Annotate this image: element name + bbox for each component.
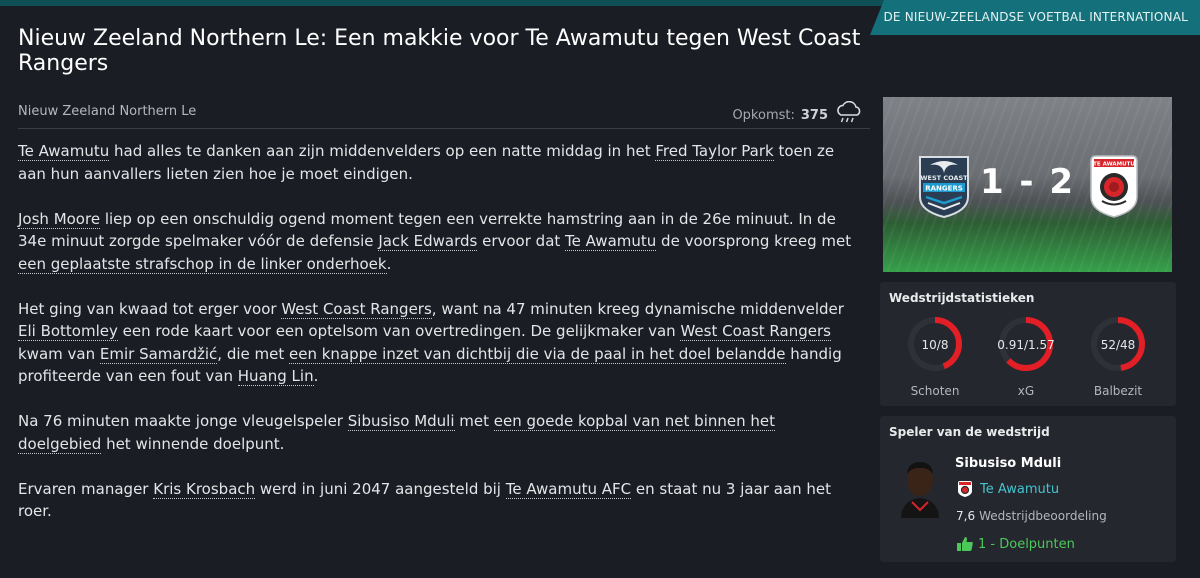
player-name[interactable]: Sibusiso Mduli bbox=[955, 456, 1061, 471]
match-stats-panel: Wedstrijdstatistieken 10/8 Schoten 0.91/… bbox=[880, 282, 1176, 406]
section-tab-label: DE NIEUW-ZEELANDSE VOETBAL INTERNATIONAL bbox=[883, 10, 1188, 24]
stat-xg[interactable]: 0.91/1.57 xG bbox=[991, 316, 1061, 398]
player-rating-value: 7,6 bbox=[956, 509, 976, 523]
club-badge-icon bbox=[958, 481, 972, 497]
article-paragraph-3: Het ging van kwaad tot erger voor West C… bbox=[18, 298, 863, 388]
link-goal-highlight[interactable]: een knappe inzet van dichtbij die via de… bbox=[289, 344, 786, 364]
header-divider bbox=[18, 128, 870, 129]
player-rating: 7,6 Wedstrijdbeoordeling bbox=[956, 509, 1107, 523]
attendance-value: 375 bbox=[800, 107, 828, 123]
link-player[interactable]: Eli Bottomley bbox=[18, 322, 118, 341]
text: Ervaren manager bbox=[18, 479, 154, 498]
article-body: Te Awamutu had alles te danken aan zijn … bbox=[18, 140, 863, 545]
stat-label: Schoten bbox=[910, 384, 960, 398]
text: met bbox=[454, 412, 494, 430]
rain-cloud-icon bbox=[837, 101, 861, 123]
stat-label: Balbezit bbox=[1093, 384, 1143, 398]
attendance-label: Opkomst: bbox=[732, 107, 795, 123]
player-of-match-title: Speler van de wedstrijd bbox=[889, 425, 1050, 439]
stat-value: 0.91/1.57 bbox=[997, 338, 1055, 352]
player-club-name: Te Awamutu bbox=[980, 481, 1060, 497]
stat-value: 52/48 bbox=[1100, 338, 1136, 352]
link-club[interactable]: Te Awamutu bbox=[565, 232, 657, 251]
link-stadium[interactable]: Fred Taylor Park bbox=[655, 142, 774, 161]
text: kwam van bbox=[18, 344, 100, 363]
text: het winnende doelpunt. bbox=[101, 434, 285, 453]
link-club[interactable]: Te Awamutu bbox=[18, 142, 110, 161]
competition-name[interactable]: Nieuw Zeeland Northern Le bbox=[18, 104, 196, 119]
attendance: Opkomst: 375 bbox=[732, 101, 864, 127]
link-player[interactable]: Jack Edwards bbox=[378, 232, 478, 251]
text: , want na 47 minuten kreeg dynamische mi… bbox=[431, 299, 844, 318]
text: werd in juni 2047 aangesteld bij bbox=[255, 479, 506, 498]
text: Na 76 minuten maakte jonge vleugelspeler bbox=[18, 412, 348, 430]
article-paragraph-5: Ervaren manager Kris Krosbach werd in ju… bbox=[18, 478, 863, 523]
article-headline: Nieuw Zeeland Northern Le: Een makkie vo… bbox=[18, 26, 861, 76]
away-club-badge[interactable]: TE AWAMUTU bbox=[1086, 153, 1142, 219]
stat-possession[interactable]: 52/48 Balbezit bbox=[1083, 316, 1153, 398]
link-player[interactable]: Josh Moore bbox=[18, 209, 101, 229]
text: had alles te danken aan zijn middenvelde… bbox=[109, 142, 656, 160]
text: . bbox=[386, 254, 392, 273]
player-rating-label: Wedstrijdbeoordeling bbox=[979, 509, 1107, 523]
article-paragraph-1: Te Awamutu had alles te danken aan zijn … bbox=[18, 140, 863, 185]
link-player[interactable]: Sibusiso Mduli bbox=[347, 412, 455, 431]
match-stats-title: Wedstrijdstatistieken bbox=[889, 291, 1035, 305]
player-avatar[interactable] bbox=[898, 458, 942, 518]
match-result-card[interactable]: WEST COAST RANGERS 1 - 2 TE AWAMUTU bbox=[883, 97, 1172, 272]
link-player[interactable]: Huang Lin bbox=[237, 367, 314, 386]
link-manager[interactable]: Kris Krosbach bbox=[153, 479, 256, 499]
text: ervoor dat bbox=[477, 232, 566, 250]
text: Het ging van kwaad tot erger voor bbox=[18, 299, 282, 318]
link-club[interactable]: Te Awamutu AFC bbox=[505, 479, 632, 499]
thumbs-up-icon bbox=[957, 537, 973, 551]
stat-label: xG bbox=[1017, 384, 1035, 398]
text: een rode kaart voor een optelsom van ove… bbox=[117, 322, 681, 340]
player-of-match-panel: Speler van de wedstrijd Sibusiso Mduli T… bbox=[880, 416, 1176, 562]
link-club[interactable]: West Coast Rangers bbox=[281, 299, 432, 319]
stat-value: 10/8 bbox=[921, 338, 949, 352]
text: . bbox=[313, 367, 319, 385]
player-goals: 1 - Doelpunten bbox=[956, 536, 1075, 552]
link-club[interactable]: West Coast Rangers bbox=[680, 322, 831, 341]
section-tab[interactable]: DE NIEUW-ZEELANDSE VOETBAL INTERNATIONAL bbox=[870, 0, 1200, 35]
link-goal-highlight[interactable]: een geplaatste strafschop in de linker o… bbox=[18, 254, 387, 274]
text: de voorsprong kreeg met bbox=[656, 232, 852, 250]
link-player[interactable]: Emir Samardžić bbox=[99, 344, 218, 364]
stat-shots[interactable]: 10/8 Schoten bbox=[900, 316, 970, 398]
article-paragraph-2: Josh Moore liep op een onschuldig ogend … bbox=[18, 208, 863, 276]
player-goals-label: 1 - Doelpunten bbox=[978, 536, 1075, 552]
away-badge-label: TE AWAMUTU bbox=[1093, 162, 1135, 168]
text: , die met bbox=[217, 344, 290, 363]
article-paragraph-4: Na 76 minuten maakte jonge vleugelspeler… bbox=[18, 410, 863, 455]
player-club[interactable]: Te Awamutu bbox=[956, 480, 1059, 498]
